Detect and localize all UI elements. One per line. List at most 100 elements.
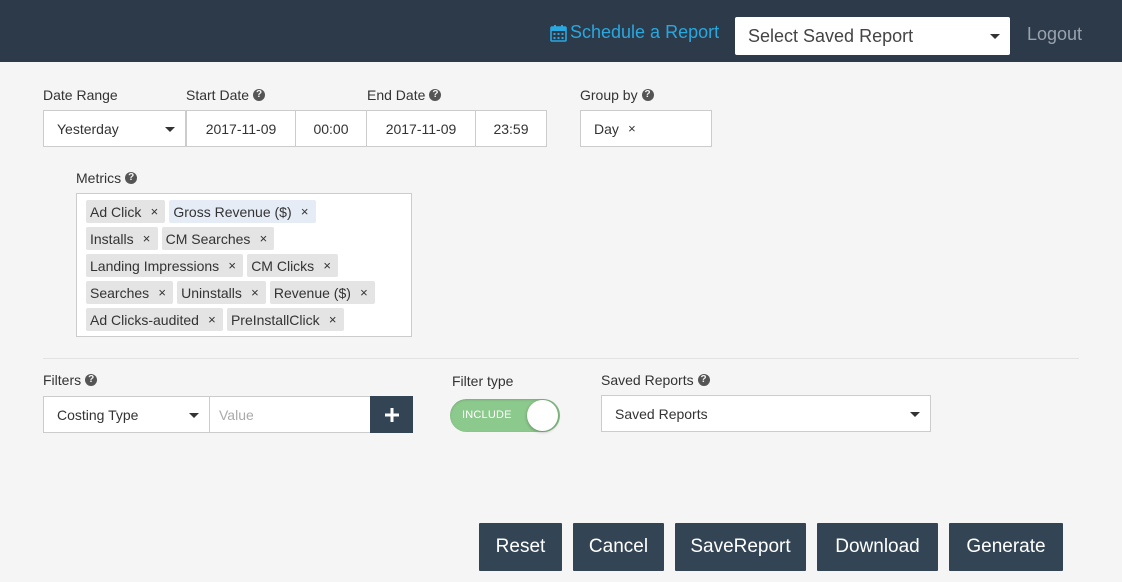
help-icon[interactable]: ? (697, 374, 710, 386)
end-date-value: 2017-11-09 (385, 120, 457, 137)
saved-reports-value: Saved Reports (615, 405, 708, 422)
filters-label-text: Filters (43, 372, 82, 388)
schedule-report-label: Schedule a Report (570, 22, 720, 42)
metric-tag: Ad Clicks-audited × (86, 308, 223, 331)
metric-tag-label: Revenue ($) (273, 284, 351, 301)
remove-tag-icon[interactable]: × (227, 258, 237, 273)
group-by-label-text: Group by (580, 87, 638, 103)
metrics-label: Metrics ? (76, 170, 138, 186)
start-date-label: Start Date ? (186, 87, 266, 103)
remove-tag-icon[interactable]: × (258, 231, 268, 246)
end-time-input[interactable]: 23:59 (475, 110, 547, 147)
save-report-button[interactable]: SaveReport (675, 523, 806, 571)
metric-tag-label: Searches (90, 284, 150, 301)
help-icon[interactable]: ? (641, 89, 654, 101)
add-filter-button[interactable] (370, 396, 413, 433)
metric-tag-label: Ad Clicks-audited (90, 311, 199, 328)
metric-tag-label: CM Clicks (251, 257, 315, 274)
chevron-down-icon (910, 411, 920, 417)
logout-link[interactable]: Logout (1027, 24, 1082, 45)
remove-tag-icon[interactable]: × (207, 312, 217, 327)
metric-tag: Gross Revenue ($) × (169, 200, 316, 223)
metrics-tag-row: Ad Click × Gross Revenue ($) × (86, 200, 403, 227)
download-button[interactable]: Download (817, 523, 938, 571)
group-by-tag-label: Day (594, 120, 619, 137)
chevron-down-icon (990, 34, 1000, 39)
metrics-multiselect[interactable]: Ad Click × Gross Revenue ($) × Installs × C… (76, 193, 412, 337)
metric-tag-label: Ad Click (90, 203, 142, 220)
saved-reports-label-text: Saved Reports (601, 372, 694, 388)
filter-value-placeholder: Value (219, 406, 254, 423)
help-icon[interactable]: ? (429, 89, 442, 101)
chevron-down-icon (165, 126, 175, 132)
end-date-input[interactable]: 2017-11-09 (366, 110, 476, 147)
section-divider (43, 358, 1079, 359)
metric-tag: CM Searches × (161, 227, 275, 250)
generate-button[interactable]: Generate (949, 523, 1063, 571)
start-date-label-text: Start Date (186, 87, 250, 103)
metrics-tag-row: Installs × CM Searches × (86, 227, 403, 254)
metric-tag: Searches × (86, 281, 174, 304)
help-icon[interactable]: ? (125, 172, 138, 184)
filter-type-toggle-label: INCLUDE (462, 409, 512, 421)
filters-label: Filters ? (43, 372, 98, 388)
end-time-value: 23:59 (493, 120, 529, 137)
start-date-value: 2017-11-09 (205, 120, 277, 137)
help-icon[interactable]: ? (85, 374, 98, 386)
date-range-label-text: Date Range (43, 87, 118, 103)
schedule-report-link[interactable]: Schedule a Report (550, 22, 719, 43)
date-range-label: Date Range (43, 87, 118, 103)
group-by-tag: Day × (590, 117, 643, 140)
toggle-knob (527, 400, 558, 431)
metric-tag: Installs × (86, 227, 158, 250)
end-date-label-text: End Date (367, 87, 426, 103)
date-range-select[interactable]: Yesterday (43, 110, 186, 147)
metric-tag: Ad Click × (86, 200, 166, 223)
metric-tag: Uninstalls × (177, 281, 266, 304)
filter-field-select[interactable]: Costing Type (43, 396, 210, 433)
filter-type-label-text: Filter type (452, 373, 514, 389)
remove-tag-icon[interactable]: × (149, 204, 159, 219)
metric-tag: Revenue ($) × (269, 281, 375, 304)
remove-tag-icon[interactable]: × (322, 258, 332, 273)
metric-tag: Landing Impressions × (86, 254, 244, 277)
start-date-input[interactable]: 2017-11-09 (186, 110, 296, 147)
filter-type-toggle[interactable]: INCLUDE (450, 399, 560, 432)
start-time-input[interactable]: 00:00 (295, 110, 367, 147)
remove-tag-icon[interactable]: × (328, 312, 338, 327)
saved-reports-label: Saved Reports ? (601, 372, 710, 388)
filter-value-input[interactable]: Value (209, 396, 371, 433)
select-saved-report-dropdown[interactable]: Select Saved Report (735, 17, 1010, 55)
chevron-down-icon (189, 412, 199, 418)
group-by-multiselect[interactable]: Day × (580, 110, 712, 147)
reset-button[interactable]: Reset (479, 523, 562, 571)
plus-icon (384, 407, 399, 422)
metric-tag-label: PreInstallClick (230, 311, 320, 328)
metric-tag-label: Uninstalls (181, 284, 242, 301)
top-navigation-bar: Schedule a Report Select Saved Report Lo… (0, 0, 1122, 62)
help-icon[interactable]: ? (253, 89, 266, 101)
saved-reports-select[interactable]: Saved Reports (601, 395, 931, 432)
calendar-icon (550, 24, 567, 42)
start-time-value: 00:00 (313, 120, 349, 137)
metrics-label-text: Metrics (76, 170, 122, 186)
remove-tag-icon[interactable]: × (157, 285, 167, 300)
remove-tag-icon[interactable]: × (359, 285, 369, 300)
metric-tag-label: Landing Impressions (90, 257, 220, 274)
metrics-tag-row: Landing Impressions × CM Clicks × (86, 254, 403, 281)
metrics-tag-row: Searches × Uninstalls × Revenue ($) × (86, 281, 403, 308)
remove-tag-icon[interactable]: × (300, 204, 310, 219)
group-by-label: Group by ? (580, 87, 654, 103)
cancel-button[interactable]: Cancel (573, 523, 664, 571)
remove-tag-icon[interactable]: × (627, 121, 637, 136)
remove-tag-icon[interactable]: × (250, 285, 260, 300)
end-date-label: End Date ? (367, 87, 442, 103)
filter-field-value: Costing Type (57, 406, 139, 423)
metric-tag-label: Gross Revenue ($) (173, 203, 292, 220)
metric-tag: CM Clicks × (247, 254, 339, 277)
remove-tag-icon[interactable]: × (142, 231, 152, 246)
select-saved-report-value: Select Saved Report (748, 25, 914, 46)
metrics-tag-row: Ad Clicks-audited × PreInstallClick × (86, 308, 403, 335)
filter-type-label: Filter type (452, 373, 513, 389)
metric-tag-label: CM Searches (165, 230, 251, 247)
